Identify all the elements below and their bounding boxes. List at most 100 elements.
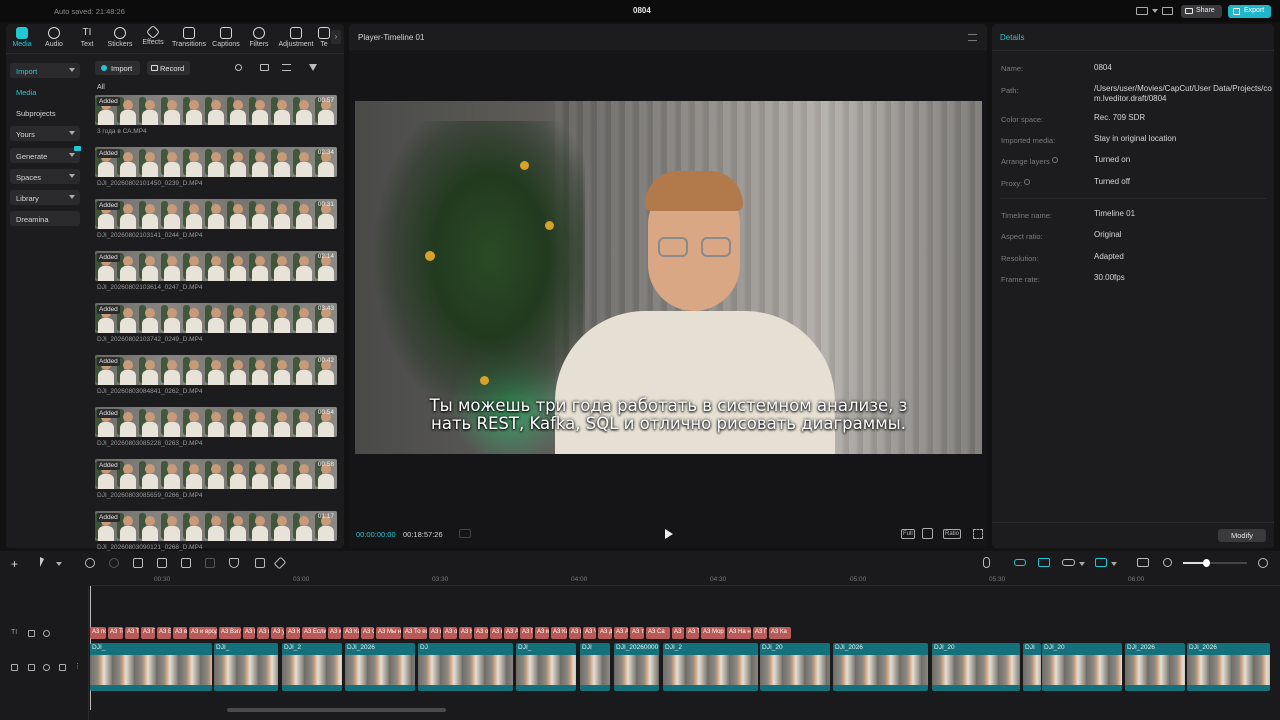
link-main-track-icon[interactable] [1014, 559, 1026, 566]
text-clip[interactable]: A3 Те [125, 627, 139, 639]
view-grid-icon[interactable] [260, 64, 269, 71]
text-clip[interactable]: A3 Ка [769, 627, 791, 639]
select-tool-icon[interactable] [40, 557, 48, 567]
microphone-icon[interactable] [983, 557, 990, 568]
media-thumbnail[interactable]: Added 02:34 [95, 147, 337, 177]
text-clip[interactable]: A3 о [474, 627, 488, 639]
zoom-in-icon[interactable] [1258, 558, 1268, 568]
chevron-down-icon[interactable] [1079, 562, 1085, 566]
video-clip[interactable]: DJI_2 [663, 643, 758, 691]
video-clip[interactable]: DJI_20 [932, 643, 1020, 691]
text-clip[interactable]: A3 т [630, 627, 644, 639]
video-clip[interactable]: DJI_20260000 [614, 643, 659, 691]
chevron-down-icon[interactable] [1111, 562, 1117, 566]
tab-media[interactable]: Media [10, 27, 34, 49]
add-track-icon[interactable]: + [11, 557, 18, 571]
text-clip[interactable]: A3 От [361, 627, 374, 639]
zoom-slider-handle[interactable] [1203, 559, 1210, 567]
text-clip[interactable]: A3 Мор [701, 627, 725, 639]
sort-icon[interactable] [282, 64, 291, 71]
eye-icon[interactable] [43, 664, 50, 671]
crop-icon[interactable] [255, 558, 265, 568]
tabs-scroll-right-icon[interactable]: › [331, 30, 341, 44]
lock-icon[interactable] [28, 630, 35, 637]
text-clip[interactable]: A3 и вроде [189, 627, 217, 639]
text-clip[interactable]: A3 в [429, 627, 441, 639]
text-clip[interactable]: A3 у [271, 627, 284, 639]
info-icon[interactable] [1052, 157, 1058, 163]
tab-audio[interactable]: Audio [42, 27, 66, 49]
text-clip[interactable]: A3 Пе [141, 627, 155, 639]
video-clip[interactable]: DJI_20 [1042, 643, 1122, 691]
zoom-fit-icon[interactable] [922, 528, 933, 539]
text-clip[interactable]: A3 по [90, 627, 106, 639]
eye-icon[interactable] [43, 630, 50, 637]
text-clip[interactable]: A3 Ч [583, 627, 596, 639]
media-thumbnail[interactable]: Added 00:42 [95, 355, 337, 385]
tab-effects[interactable]: Effects [140, 24, 166, 49]
video-clip[interactable]: DJI_2 [282, 643, 342, 691]
text-clip[interactable]: A3 То ест [403, 627, 427, 639]
video-clip[interactable]: DJI_ [214, 643, 278, 691]
sidebar-item-spaces[interactable]: Spaces [10, 169, 80, 184]
sidebar-item-generate[interactable]: Generate [10, 146, 81, 163]
chevron-down-icon[interactable] [56, 562, 62, 566]
video-clip[interactable]: DJI_2026 [1187, 643, 1270, 691]
sidebar-item-media[interactable]: Media [10, 84, 80, 99]
text-clip[interactable]: A3 м [535, 627, 549, 639]
text-clip[interactable]: A3 К [286, 627, 300, 639]
text-clip[interactable]: A3 Н [459, 627, 472, 639]
media-thumbnail[interactable]: Added 00:57 [95, 95, 337, 125]
video-clip[interactable]: DJI_ [516, 643, 576, 691]
shield-icon[interactable] [229, 558, 239, 568]
tab-filters[interactable]: Filters [246, 27, 272, 49]
share-button[interactable]: Share [1181, 5, 1222, 18]
lock-icon[interactable] [28, 664, 35, 671]
menu-icon[interactable] [1162, 7, 1173, 15]
text-clip[interactable]: A3 Е [157, 627, 171, 639]
split-right-icon[interactable] [181, 558, 191, 568]
media-thumbnail[interactable]: Added 00:54 [95, 407, 337, 437]
zoom-slider[interactable] [1183, 559, 1247, 567]
video-clip[interactable]: DJ [418, 643, 513, 691]
video-preview[interactable]: Ты можешь три года работать в системном … [355, 101, 982, 454]
text-clip[interactable]: A3 Если [302, 627, 326, 639]
text-clip[interactable]: A3 в [173, 627, 187, 639]
export-button[interactable]: Export [1228, 5, 1271, 18]
timeline-scrollbar[interactable] [227, 708, 446, 712]
text-clip[interactable]: A3 и [257, 627, 269, 639]
fullscreen-icon[interactable] [973, 529, 983, 539]
text-clip[interactable]: A3 кр [328, 627, 341, 639]
text-clip[interactable]: A3 и [569, 627, 581, 639]
redo-icon[interactable] [109, 558, 119, 568]
text-clip[interactable]: A3 Мы не [376, 627, 401, 639]
text-clip[interactable]: A3 о [443, 627, 457, 639]
media-thumbnail[interactable]: Added 01:17 [95, 511, 337, 541]
layout-icon[interactable] [1136, 7, 1148, 15]
text-clip[interactable]: A3 Пе [753, 627, 767, 639]
video-clip[interactable]: DJI [580, 643, 610, 691]
link-icon[interactable] [1062, 559, 1075, 566]
video-clip[interactable]: DJI_2026 [833, 643, 928, 691]
timecode-toggle-icon[interactable] [459, 529, 471, 538]
chevron-down-icon[interactable] [1152, 9, 1158, 13]
sidebar-item-import[interactable]: Import [10, 63, 80, 78]
text-clip[interactable]: A3 П [520, 627, 533, 639]
tab-transitions[interactable]: Transitions [170, 27, 208, 49]
text-clip[interactable]: A3 Ты [686, 627, 699, 639]
text-clip[interactable]: A3 к [490, 627, 502, 639]
preview-axis-icon[interactable] [1095, 558, 1107, 567]
text-clip[interactable]: A3 Т [672, 627, 684, 639]
filter-icon[interactable] [309, 64, 317, 71]
filter-all-label[interactable]: All [97, 84, 105, 91]
text-clip[interactable]: A3 д [598, 627, 612, 639]
text-clip[interactable]: A3 Ка [343, 627, 359, 639]
info-icon[interactable] [1024, 179, 1030, 185]
video-clip[interactable]: DJI [1023, 643, 1041, 691]
text-clip[interactable]: A3 Взгл [219, 627, 241, 639]
modify-button[interactable]: Modify [1218, 529, 1266, 542]
video-clip[interactable]: DJI_20 [760, 643, 830, 691]
sidebar-item-library[interactable]: Library [10, 190, 80, 205]
timeline-ruler[interactable] [90, 574, 1280, 586]
player-menu-icon[interactable] [968, 34, 977, 41]
